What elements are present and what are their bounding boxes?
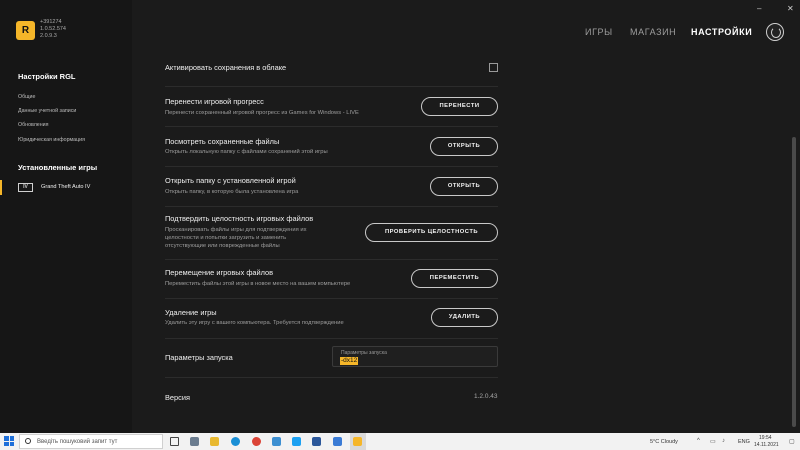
language-indicator[interactable]: ENG [738, 439, 750, 445]
clock-time[interactable]: 19:54 [759, 435, 772, 441]
verify-desc-line: Просканировать файлы игры для подтвержде… [165, 227, 307, 233]
sidebar-section-rgl: Настройки RGL [18, 72, 76, 81]
divider [165, 86, 498, 87]
chrome-icon[interactable] [252, 437, 261, 446]
verify-desc-line: отсутствующие или поврежденные файлы [165, 242, 280, 249]
verify-files-desc: Просканировать файлы игры для подтвержде… [165, 227, 307, 250]
app-icon[interactable] [312, 437, 321, 446]
taskbar: Введіть пошуковий запит тут 5°C Cloudy ^… [0, 433, 800, 450]
sidebar-item-account[interactable]: Данные учетной записи [18, 108, 76, 114]
minimize-button[interactable]: – [757, 4, 761, 13]
nav-settings[interactable]: НАСТРОЙКИ [691, 27, 752, 37]
launch-params-title: Параметры запуска [165, 353, 233, 362]
app-icon[interactable] [333, 437, 342, 446]
scrollbar-thumb[interactable] [792, 137, 796, 427]
uninstall-button[interactable]: УДАЛИТЬ [431, 308, 498, 327]
divider [165, 126, 498, 127]
version-title: Версия [165, 393, 190, 402]
launch-params-input[interactable]: Параметры запуска -dx12 [332, 346, 498, 367]
rockstar-logo-icon: R [16, 21, 35, 40]
divider [165, 206, 498, 207]
search-placeholder: Введіть пошуковий запит тут [37, 438, 118, 445]
divider [165, 298, 498, 299]
sidebar: R +391274 1.0.52.574 2.0.9.3 Настройки R… [0, 0, 132, 433]
nav-games[interactable]: ИГРЫ [585, 27, 613, 37]
verify-files-title: Подтвердить целостность игровых файлов [165, 214, 314, 223]
app-icon[interactable] [292, 437, 301, 446]
volume-icon[interactable]: ♪ [722, 438, 725, 444]
weather-text[interactable]: 5°C Cloudy [650, 439, 678, 445]
chevron-up-icon[interactable]: ^ [697, 438, 700, 444]
clock-date[interactable]: 14.11.2021 [754, 442, 779, 448]
view-saves-title: Посмотреть сохраненные файлы [165, 137, 280, 146]
view-saves-desc: Открыть локальную папку с файлами сохран… [165, 149, 328, 155]
transfer-progress-title: Перенести игровой прогресс [165, 97, 264, 106]
divider [165, 259, 498, 260]
transfer-progress-desc: Перенести сохраненный игровой прогресс и… [165, 110, 359, 116]
open-folder-desc: Открыть папку, в которую была установлен… [165, 189, 299, 195]
notification-icon[interactable]: ▢ [789, 438, 795, 445]
version-info: +391274 1.0.52.574 2.0.9.3 [40, 19, 66, 40]
close-button[interactable]: ✕ [787, 4, 794, 13]
version-line: +391274 [40, 19, 62, 25]
sidebar-item-legal[interactable]: Юридическая информация [18, 137, 85, 143]
sidebar-section-installed: Установленные игры [18, 163, 98, 172]
game-name: Grand Theft Auto IV [41, 184, 91, 190]
sidebar-item-gta-iv[interactable]: IV Grand Theft Auto IV [0, 180, 132, 195]
divider [165, 338, 498, 339]
open-folder-button[interactable]: ОТКРЫТЬ [430, 177, 498, 196]
active-indicator [0, 180, 2, 195]
move-files-title: Перемещение игровых файлов [165, 268, 274, 277]
divider [165, 377, 498, 378]
sidebar-item-general[interactable]: Общие [18, 94, 35, 100]
sidebar-item-updates[interactable]: Обновления [18, 122, 49, 128]
cloud-saves-checkbox[interactable] [489, 63, 498, 72]
move-files-button[interactable]: ПЕРЕМЕСТИТЬ [411, 269, 498, 288]
open-saves-button[interactable]: ОТКРЫТЬ [430, 137, 498, 156]
uninstall-title: Удаление игры [165, 308, 217, 317]
gta-iv-icon: IV [18, 183, 33, 192]
file-explorer-icon[interactable] [210, 437, 219, 446]
transfer-button[interactable]: ПЕРЕНЕСТИ [421, 97, 498, 116]
nav-store[interactable]: МАГАЗИН [630, 27, 676, 37]
avatar[interactable] [766, 23, 784, 41]
verify-integrity-button[interactable]: ПРОВЕРИТЬ ЦЕЛОСТНОСТЬ [365, 223, 498, 242]
rockstar-launcher-icon[interactable] [353, 437, 362, 446]
task-view-icon[interactable] [170, 437, 179, 446]
calculator-icon[interactable] [190, 437, 199, 446]
network-icon[interactable]: ▭ [710, 438, 716, 445]
taskbar-search-input[interactable]: Введіть пошуковий запит тут [19, 434, 163, 449]
windows-start-icon[interactable] [4, 436, 14, 446]
verify-desc-line: целостности и попытки загрузить и замени… [165, 234, 287, 241]
launch-params-value: -dx12 [340, 357, 359, 365]
open-folder-title: Открыть папку с установленной игрой [165, 176, 296, 185]
version-line: 1.0.52.574 [40, 26, 66, 32]
cloud-saves-label: Активировать сохранения в облаке [165, 63, 287, 72]
launch-params-field-label: Параметры запуска [341, 350, 387, 356]
move-files-desc: Переместить файлы этой игры в новое мест… [165, 281, 351, 287]
search-icon [25, 438, 31, 444]
rockstar-launcher-window: R +391274 1.0.52.574 2.0.9.3 Настройки R… [0, 0, 800, 433]
uninstall-desc: Удалить эту игру с вашего компьютера. Тр… [165, 320, 344, 326]
divider [165, 166, 498, 167]
edge-icon[interactable] [231, 437, 240, 446]
app-icon[interactable] [272, 437, 281, 446]
version-value: 1.2.0.43 [474, 393, 498, 400]
version-line: 2.0.9.3 [40, 33, 57, 39]
